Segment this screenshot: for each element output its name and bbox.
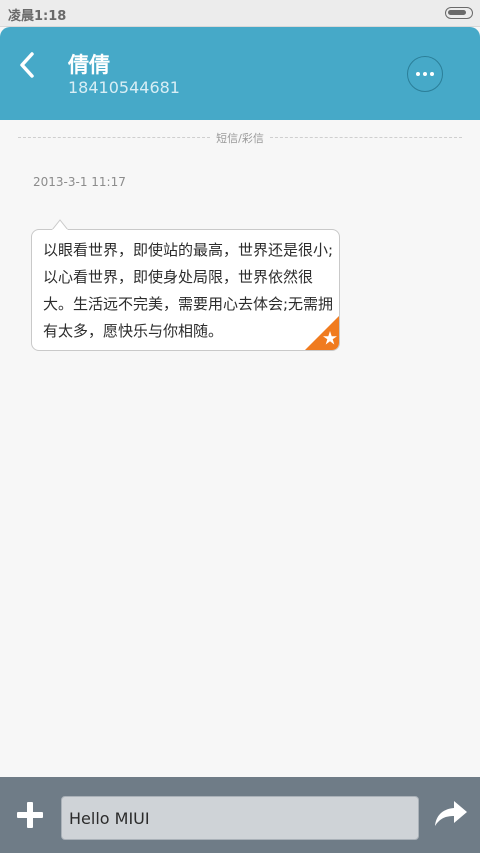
back-arrow-icon <box>20 52 34 78</box>
status-bar: 凌晨1:18 <box>0 0 480 27</box>
contact-number: 18410544681 <box>68 78 180 97</box>
bubble-tail <box>52 219 68 230</box>
divider-right <box>270 137 462 138</box>
send-arrow-icon <box>435 801 467 826</box>
message-input[interactable] <box>61 796 419 840</box>
message-timestamp: 2013-3-1 11:17 <box>33 175 126 189</box>
channel-label: 短信/彩信 <box>216 132 264 145</box>
plus-icon <box>17 802 43 828</box>
status-time: 凌晨1:18 <box>8 9 67 24</box>
conversation-header: 倩倩 18410544681 <box>0 27 480 120</box>
add-attachment-button[interactable] <box>15 800 45 830</box>
more-options-button[interactable] <box>407 56 443 92</box>
message-bubble[interactable]: 以眼看世界，即使站的最高，世界还是很小;以心看世界，即使身处局限，世界依然很大。… <box>31 229 340 351</box>
star-icon <box>305 316 339 350</box>
composer-bar <box>0 777 480 853</box>
contact-name: 倩倩 <box>68 53 110 77</box>
battery-level <box>448 10 466 15</box>
message-text: 以眼看世界，即使站的最高，世界还是很小;以心看世界，即使身处局限，世界依然很大。… <box>43 241 334 340</box>
send-button[interactable] <box>434 799 468 829</box>
battery-icon <box>445 7 473 19</box>
divider-left <box>18 137 210 138</box>
back-button[interactable] <box>12 45 48 85</box>
